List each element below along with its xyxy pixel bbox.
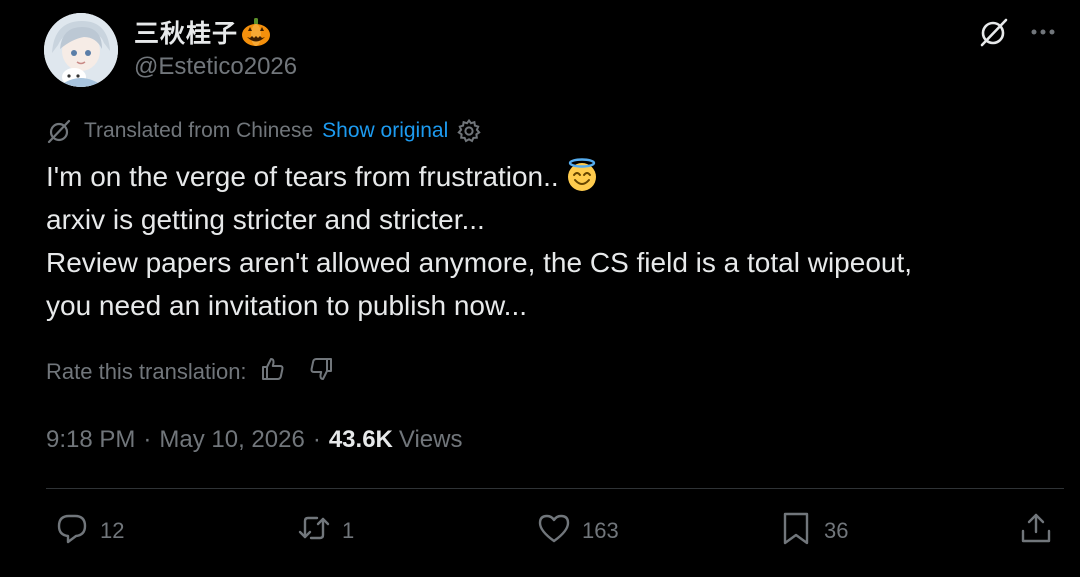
thumbs-up-icon[interactable]: [259, 355, 287, 389]
divider: [46, 488, 1064, 489]
tweet-text: I'm on the verge of tears from frustrati…: [46, 155, 1056, 327]
tweet-line: arxiv is getting stricter and stricter..…: [46, 204, 485, 235]
translated-from-label: Translated from Chinese: [84, 119, 314, 142]
heart-icon: [536, 510, 572, 551]
rate-translation-label: Rate this translation:: [46, 359, 247, 384]
bookmark-button[interactable]: 36: [778, 510, 848, 551]
views-count: 43.6K: [328, 426, 393, 453]
show-original-link[interactable]: Show original: [322, 119, 448, 143]
tweet-date[interactable]: May 10, 2026: [159, 426, 304, 454]
views-label: Views: [398, 426, 463, 453]
author-name-row[interactable]: 三秋桂子: [134, 14, 272, 50]
like-button[interactable]: 163: [536, 510, 619, 551]
gear-icon[interactable]: [456, 118, 482, 144]
grok-icon[interactable]: [976, 15, 1010, 49]
thumbs-down-icon[interactable]: [307, 355, 335, 389]
meta-separator: ·: [143, 426, 152, 453]
reply-button[interactable]: 12: [54, 510, 124, 551]
more-icon[interactable]: [1028, 17, 1058, 47]
tweet-meta: 9:18 PM · May 10, 2026 · 43.6K Views: [46, 426, 462, 454]
reply-count: 12: [100, 517, 125, 543]
share-button[interactable]: [1018, 510, 1054, 551]
share-icon: [1018, 510, 1054, 551]
tweet-time[interactable]: 9:18 PM: [46, 426, 135, 454]
tweet-line: Review papers aren't allowed anymore, th…: [46, 247, 913, 278]
bookmark-count: 36: [824, 517, 849, 543]
tweet-action-bar: 12 1 163 36: [0, 510, 1080, 556]
repost-icon: [296, 510, 332, 551]
avatar[interactable]: [44, 13, 118, 87]
tweet-line: you need an invitation to publish now...: [46, 290, 528, 321]
smiling-face-with-halo-emoji-icon: [565, 158, 599, 192]
translate-icon: [46, 118, 72, 144]
bookmark-icon: [778, 510, 814, 551]
tweet-line-text: I'm on the verge of tears from frustrati…: [46, 161, 559, 192]
tweet-line: I'm on the verge of tears from frustrati…: [46, 155, 1056, 198]
meta-separator: ·: [312, 426, 321, 453]
rate-translation-row: Rate this translation:: [46, 355, 335, 389]
user-handle[interactable]: @Estetico2026: [134, 53, 297, 81]
repost-count: 1: [342, 517, 355, 543]
repost-button[interactable]: 1: [296, 510, 354, 551]
pumpkin-emoji-icon: [240, 16, 272, 48]
like-count: 163: [582, 517, 619, 543]
display-name[interactable]: 三秋桂子: [134, 14, 238, 50]
reply-icon: [54, 510, 90, 551]
translation-notice: Translated from Chinese Show original: [46, 118, 482, 144]
tweet-top-actions: [976, 15, 1058, 49]
